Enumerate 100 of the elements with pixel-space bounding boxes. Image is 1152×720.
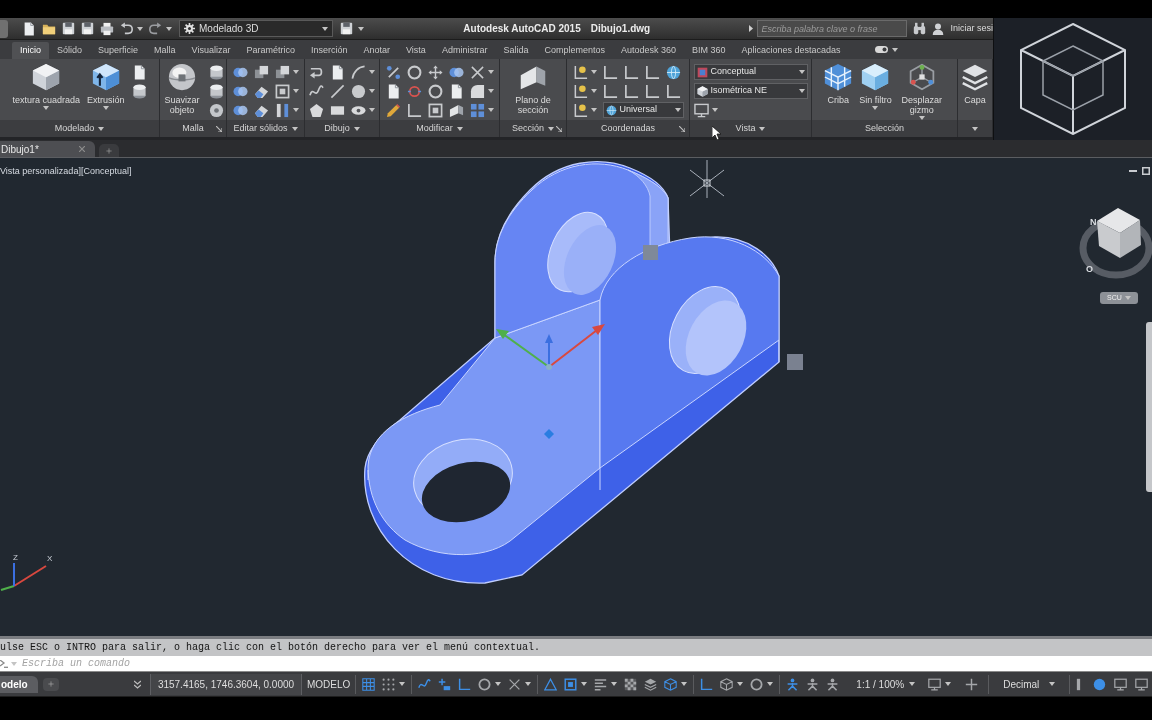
move-arrows-icon[interactable] (427, 64, 443, 80)
caret-icon[interactable] (399, 682, 406, 686)
caret-icon[interactable] (945, 682, 952, 686)
expand-arrow-icon[interactable] (749, 25, 754, 32)
ring-icon[interactable] (750, 677, 764, 691)
ribbon-button[interactable]: Sin filtro (859, 62, 892, 110)
axes-icon[interactable] (623, 64, 639, 80)
figure-icon[interactable] (806, 677, 820, 691)
launcher-icon[interactable] (556, 125, 562, 132)
axes-icon[interactable] (458, 677, 472, 691)
squares-icon[interactable] (274, 64, 290, 80)
user-icon[interactable] (932, 22, 945, 35)
panel-title-button[interactable]: Vista (735, 121, 766, 136)
disc-icon[interactable] (209, 102, 224, 118)
caret-icon[interactable] (711, 108, 718, 112)
sign-in-link[interactable]: Iniciar sesi (950, 21, 993, 36)
prompt-icon[interactable] (0, 659, 8, 668)
caret-icon[interactable] (292, 89, 299, 93)
monitor-icon[interactable] (693, 102, 709, 118)
square-icon[interactable] (427, 102, 443, 118)
panel-title-button[interactable]: Editar sólidos (233, 121, 298, 136)
document-icon[interactable] (330, 64, 345, 80)
ribbon-tab[interactable]: Malla (146, 42, 184, 59)
caret-icon[interactable] (292, 70, 299, 74)
triangle-icon[interactable] (544, 677, 558, 691)
ribbon-button[interactable]: Suavizar objeto (162, 62, 202, 115)
chevrons-icon[interactable] (134, 679, 141, 689)
axes-dot-icon[interactable] (572, 102, 588, 118)
caret-icon[interactable] (590, 108, 597, 112)
grid-icon[interactable] (469, 102, 485, 118)
grip-icon[interactable] (787, 354, 803, 370)
launcher-icon[interactable] (216, 125, 222, 132)
grid-icon[interactable] (362, 677, 376, 691)
ribbon-tab[interactable]: Anotar (355, 42, 399, 59)
binoculars-icon[interactable] (913, 22, 927, 35)
plane-icon[interactable] (448, 102, 464, 118)
square-icon[interactable] (564, 677, 578, 691)
wireframe-cube-icon[interactable] (664, 677, 678, 691)
ribbon-button[interactable]: Capa (961, 62, 989, 105)
close-icon[interactable] (79, 146, 85, 152)
caret-icon[interactable] (487, 108, 494, 112)
caret-icon[interactable] (487, 89, 494, 93)
axes-icon[interactable] (406, 102, 422, 118)
caret-icon[interactable] (369, 89, 375, 93)
dot-grid-icon[interactable] (382, 677, 396, 691)
square-icon[interactable] (274, 83, 290, 99)
ribbon-tab[interactable]: Vista (398, 42, 434, 59)
caret-icon[interactable] (358, 26, 364, 31)
ribbon-tab[interactable]: BIM 360 (684, 42, 734, 59)
search-field[interactable]: Escriba palabra clave o frase (757, 20, 908, 37)
view-dropdown[interactable]: Isométrica NE (693, 83, 808, 99)
pencil-icon[interactable] (385, 102, 401, 118)
cross-icon[interactable] (508, 677, 522, 691)
axes-icon[interactable] (644, 64, 660, 80)
plus-bar-icon[interactable] (438, 677, 452, 691)
corner-icon[interactable] (469, 83, 485, 99)
caret-icon[interactable] (891, 47, 898, 52)
ring-icon[interactable] (427, 83, 443, 99)
axes-icon[interactable] (700, 677, 714, 691)
axes-icon[interactable] (644, 83, 660, 99)
ribbon-button[interactable]: Extrusión (87, 62, 125, 110)
printer-icon[interactable] (100, 21, 114, 36)
viewport-label[interactable]: Vista personalizada][Conceptual] (0, 165, 132, 179)
squares-icon[interactable] (253, 64, 269, 80)
caret-icon[interactable] (525, 682, 532, 686)
caret-icon[interactable] (581, 682, 588, 686)
grip-icon[interactable] (643, 245, 658, 260)
undo-arrow-icon[interactable] (120, 22, 133, 35)
panel-title-button[interactable]: Modelado (54, 121, 105, 136)
axes-icon[interactable] (602, 83, 618, 99)
ribbon-button[interactable]: Plano de sección (509, 62, 557, 115)
layers-icon[interactable] (644, 677, 658, 691)
restore-icon[interactable] (1142, 167, 1150, 175)
ribbon-tab[interactable]: Complementos (536, 42, 613, 59)
globe-icon[interactable] (665, 64, 681, 80)
ribbon-tab[interactable]: Inserción (302, 42, 356, 59)
model-space-button[interactable]: MODELO (302, 673, 356, 695)
view-dropdown[interactable]: Conceptual (693, 64, 808, 80)
axes-dot-icon[interactable] (572, 64, 588, 80)
axes-icon[interactable] (602, 64, 618, 80)
workspace-dropdown[interactable]: Modelado 3D (179, 20, 333, 37)
caret-icon[interactable] (590, 70, 597, 74)
ribbon-tab[interactable]: Salida (495, 42, 537, 59)
axes-icon[interactable] (665, 83, 681, 99)
ribbon-button[interactable]: Desplazar gizmo (898, 62, 945, 120)
ribbon-button[interactable]: textura cuadrada (12, 62, 80, 110)
arc-icon[interactable] (351, 64, 366, 80)
ribbon-tab[interactable]: Autodesk 360 (612, 42, 684, 59)
cylinder-icon[interactable] (209, 83, 224, 99)
caret-icon[interactable] (590, 89, 597, 93)
circle-icon[interactable] (1093, 677, 1107, 691)
bracket-model-drawing[interactable] (364, 161, 780, 584)
caret-icon[interactable] (292, 108, 299, 112)
launcher-icon[interactable] (679, 125, 685, 132)
axes-icon[interactable] (623, 83, 639, 99)
cross-icon[interactable] (469, 64, 485, 80)
document-tab[interactable]: Dibujo1* (0, 141, 95, 157)
toggle-icon[interactable] (874, 46, 888, 53)
caret-icon[interactable] (487, 70, 494, 74)
grip-icon[interactable] (544, 429, 554, 439)
